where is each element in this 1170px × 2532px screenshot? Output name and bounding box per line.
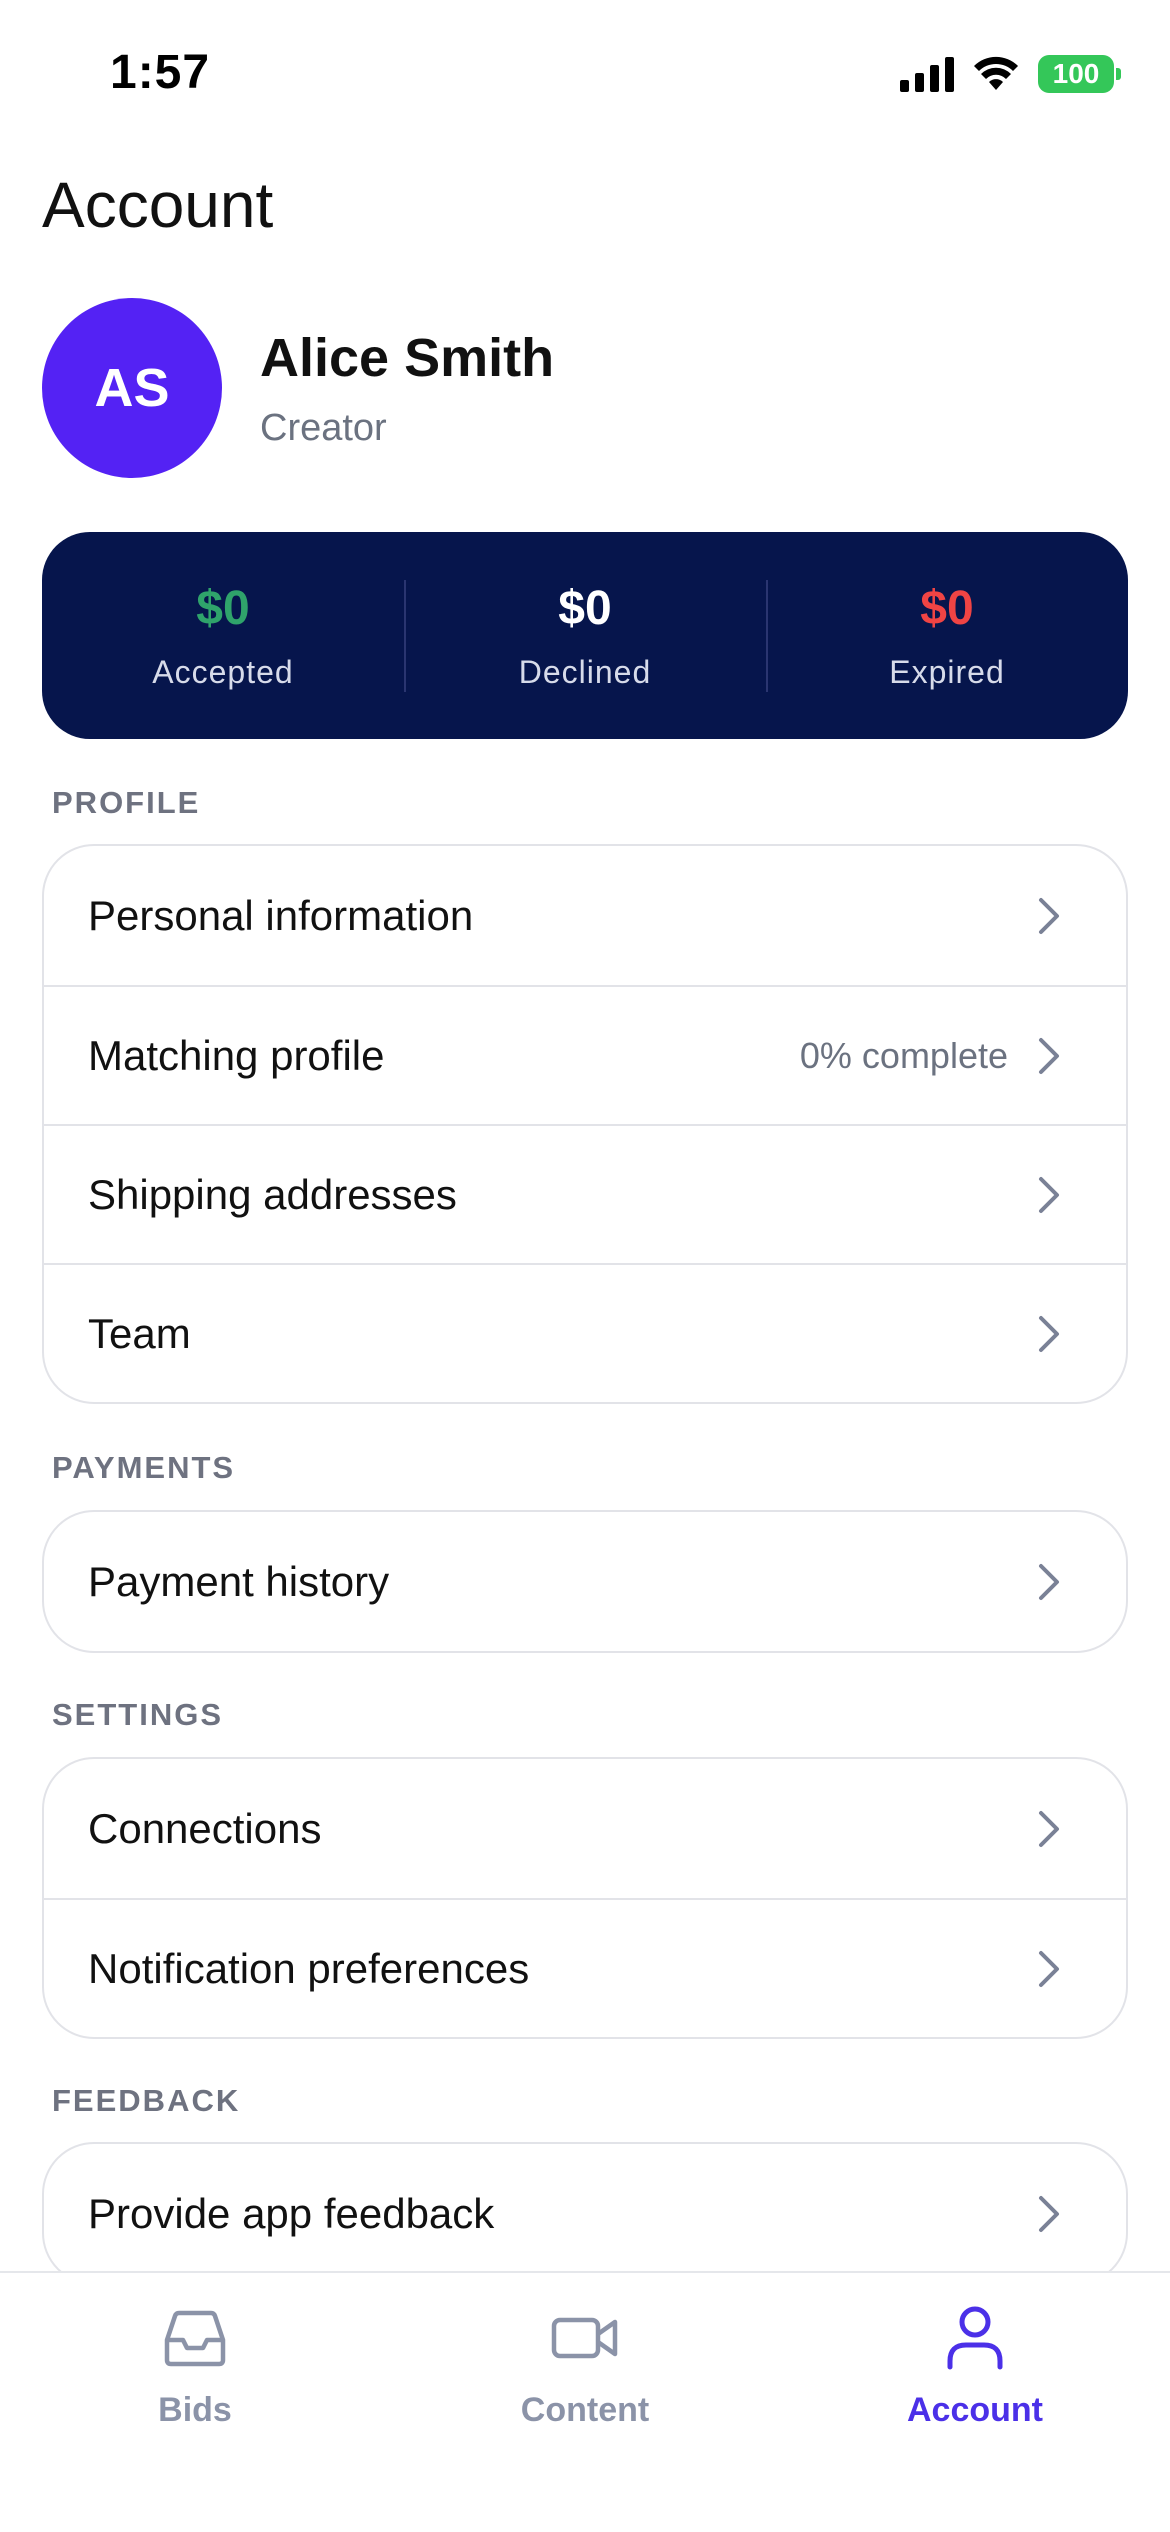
stat-expired-value: $0 [920, 581, 974, 635]
stat-accepted-value: $0 [196, 581, 250, 635]
tab-label: Account [907, 2391, 1043, 2429]
avatar[interactable]: AS [42, 298, 222, 478]
stat-expired-label: Expired [889, 653, 1005, 690]
profile-name: Alice Smith [260, 327, 555, 388]
chevron-right-icon [1034, 1312, 1064, 1356]
settings-card: Connections Notification preferences [42, 1757, 1128, 2039]
row-connections[interactable]: Connections [44, 1759, 1126, 1898]
stat-accepted: $0 Accepted [42, 580, 404, 692]
matching-profile-progress: 0% complete [799, 1034, 1008, 1076]
row-label: Payment history [88, 1557, 390, 1605]
row-personal-information[interactable]: Personal information [44, 846, 1126, 985]
account-screen: 1:57 100 Account AS Alice Smith Creator … [0, 0, 1170, 2532]
status-icons: 100 [900, 52, 1121, 96]
tab-bar: Bids Content Account [0, 2271, 1170, 2532]
page-title: Account [42, 169, 274, 241]
row-payment-history[interactable]: Payment history [44, 1512, 1126, 1651]
tab-content[interactable]: Content [390, 2273, 780, 2532]
status-bar: 1:57 100 [0, 0, 1170, 140]
bid-stats-card: $0 Accepted $0 Declined $0 Expired [42, 532, 1128, 739]
stat-declined-label: Declined [518, 653, 652, 690]
row-notification-preferences[interactable]: Notification preferences [44, 1898, 1126, 2037]
status-time: 1:57 [110, 46, 211, 99]
row-provide-app-feedback[interactable]: Provide app feedback [44, 2144, 1126, 2283]
feedback-card: Provide app feedback [42, 2142, 1128, 2285]
payments-card: Payment history [42, 1510, 1128, 1653]
tab-account[interactable]: Account [780, 2273, 1170, 2532]
row-label: Team [88, 1309, 191, 1357]
row-label: Connections [88, 1804, 322, 1852]
row-label: Matching profile [88, 1031, 385, 1079]
battery-icon: 100 [1038, 55, 1121, 93]
user-icon [940, 2303, 1010, 2373]
wifi-icon [974, 56, 1018, 90]
row-label: Personal information [88, 891, 474, 939]
stat-accepted-label: Accepted [152, 653, 294, 690]
row-label: Notification preferences [88, 1944, 530, 1992]
section-title-feedback: FEEDBACK [52, 2083, 241, 2118]
tab-label: Content [520, 2391, 650, 2429]
section-title-settings: SETTINGS [52, 1697, 224, 1732]
chevron-right-icon [1034, 1173, 1064, 1217]
stat-expired: $0 Expired [766, 579, 1128, 692]
inbox-icon [160, 2303, 230, 2373]
profile-header: AS Alice Smith Creator [42, 298, 554, 478]
row-label: Shipping addresses [88, 1170, 457, 1218]
row-team[interactable]: Team [44, 1263, 1126, 1402]
row-matching-profile[interactable]: Matching profile 0% complete [44, 985, 1126, 1124]
chevron-right-icon [1034, 1034, 1064, 1078]
video-camera-icon [550, 2303, 620, 2373]
tab-bids[interactable]: Bids [0, 2273, 390, 2532]
profile-role: Creator [260, 406, 387, 449]
tab-label: Bids [158, 2391, 232, 2429]
cellular-signal-icon [900, 56, 954, 92]
chevron-right-icon [1034, 2192, 1064, 2236]
section-title-profile: PROFILE [52, 785, 201, 820]
profile-settings-card: Personal information Matching profile 0%… [42, 844, 1128, 1404]
chevron-right-icon [1034, 894, 1064, 938]
section-title-payments: PAYMENTS [52, 1450, 236, 1485]
row-label: Provide app feedback [88, 2189, 495, 2237]
chevron-right-icon [1034, 1560, 1064, 1604]
stat-declined: $0 Declined [404, 579, 766, 692]
chevron-right-icon [1034, 1947, 1064, 1991]
stat-declined-value: $0 [558, 581, 612, 635]
row-shipping-addresses[interactable]: Shipping addresses [44, 1124, 1126, 1263]
profile-text: Alice Smith Creator [260, 327, 554, 450]
chevron-right-icon [1034, 1807, 1064, 1851]
